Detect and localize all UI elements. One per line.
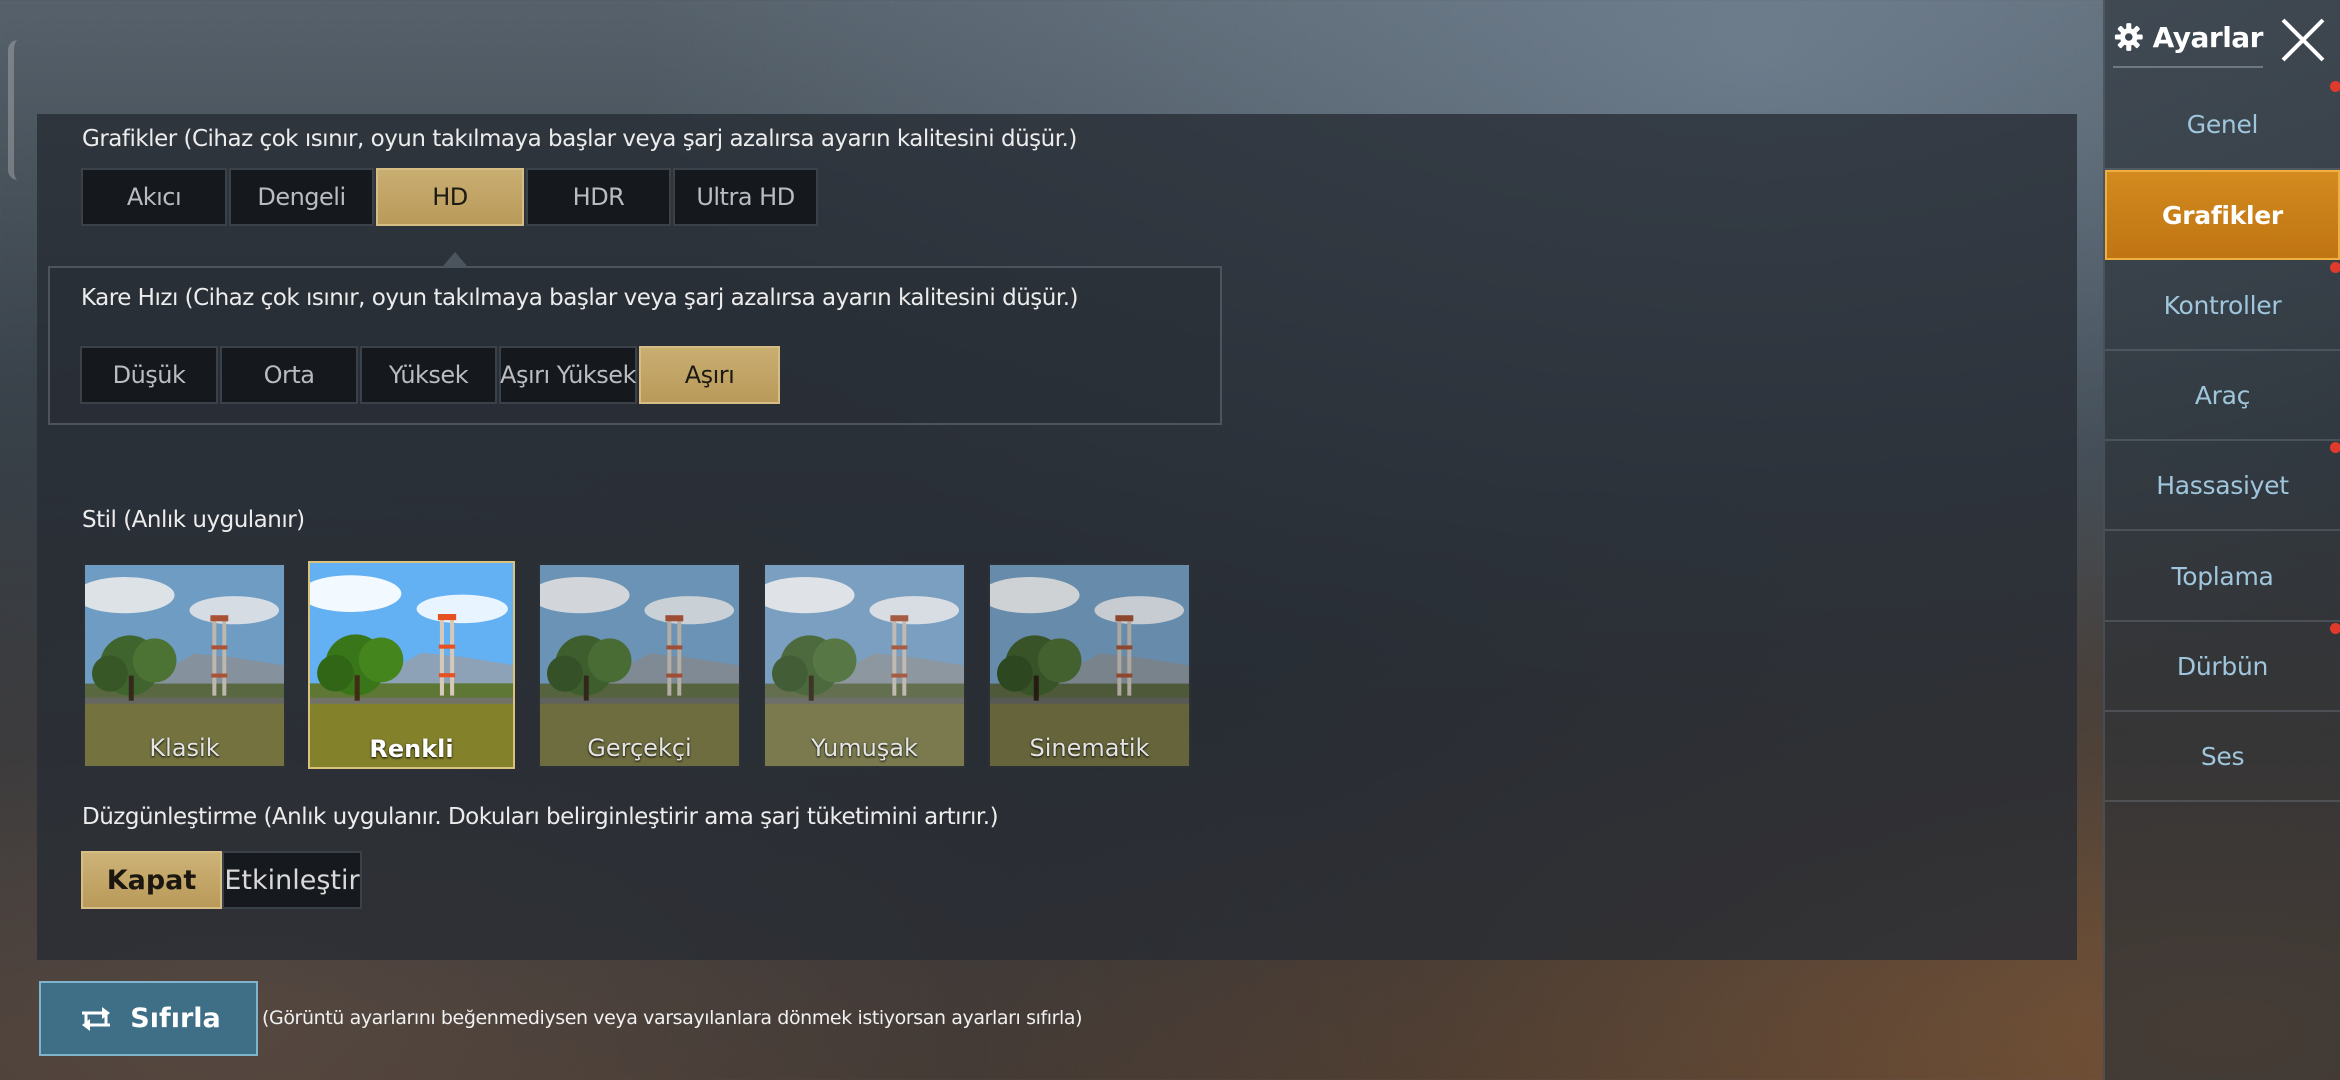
style-option-label: Klasik	[149, 734, 220, 762]
graphics-quality-selector: Akıcı Dengeli HD HDR Ultra HD	[81, 168, 820, 226]
style-option-label: Sinematik	[1029, 734, 1150, 762]
notification-dot	[2330, 262, 2340, 273]
frame-rate-selector: Düşük Orta Yüksek Aşırı Yüksek Aşırı	[80, 346, 782, 404]
notification-dot	[2330, 81, 2340, 92]
graphics-option-hdr[interactable]: HDR	[526, 168, 671, 226]
settings-header: Ayarlar	[2113, 8, 2264, 68]
reset-hint: (Görüntü ayarlarını beğenmediysen veya v…	[262, 1007, 1083, 1029]
frame-rate-option-asiri-yuksek[interactable]: Aşırı Yüksek	[499, 346, 637, 404]
sidebar-item-durbun[interactable]: Dürbün	[2105, 622, 2340, 712]
style-option-gercekci[interactable]: Gerçekçi	[538, 563, 741, 768]
selection-pointer	[443, 252, 467, 266]
notification-dot	[2330, 442, 2340, 453]
smoothing-off-button[interactable]: Kapat	[81, 851, 222, 909]
reset-button[interactable]: Sıfırla	[39, 981, 258, 1056]
graphics-option-hd[interactable]: HD	[376, 168, 524, 226]
settings-title: Ayarlar	[2152, 20, 2264, 54]
style-label: Stil (Anlık uygulanır)	[82, 507, 305, 533]
style-option-label: Gerçekçi	[587, 734, 692, 762]
notification-dot	[2330, 623, 2340, 634]
reset-button-label: Sıfırla	[130, 1003, 221, 1034]
frame-rate-option-asiri[interactable]: Aşırı	[639, 346, 780, 404]
decorative-bracket	[8, 40, 18, 180]
close-icon[interactable]	[2277, 14, 2329, 66]
graphics-settings-panel	[37, 114, 2077, 960]
reset-icon	[82, 1006, 111, 1031]
sidebar-item-arac[interactable]: Araç	[2105, 351, 2340, 441]
style-option-renkli[interactable]: Renkli	[308, 561, 515, 769]
graphics-option-ultra-hd[interactable]: Ultra HD	[673, 168, 818, 226]
frame-rate-option-yuksek[interactable]: Yüksek	[360, 346, 497, 404]
frame-rate-option-orta[interactable]: Orta	[220, 346, 358, 404]
smoothing-toggle: Kapat Etkinleştir	[81, 851, 362, 909]
gear-icon	[2114, 23, 2143, 51]
frame-rate-label: Kare Hızı (Cihaz çok ısınır, oyun takılm…	[81, 285, 1079, 311]
smoothing-label: Düzgünleştirme (Anlık uygulanır. Dokular…	[82, 804, 999, 830]
graphics-quality-label: Grafikler (Cihaz çok ısınır, oyun takılm…	[82, 126, 1077, 152]
style-option-label: Yumuşak	[811, 734, 918, 762]
smoothing-on-button[interactable]: Etkinleştir	[222, 851, 362, 909]
sidebar-item-toplama[interactable]: Toplama	[2105, 532, 2340, 622]
style-option-klasik[interactable]: Klasik	[83, 563, 286, 768]
sidebar-item-hassasiyet[interactable]: Hassasiyet	[2105, 441, 2340, 531]
graphics-option-dengeli[interactable]: Dengeli	[229, 168, 374, 226]
graphics-option-akici[interactable]: Akıcı	[81, 168, 227, 226]
style-option-label: Renkli	[369, 735, 454, 763]
style-option-yumusak[interactable]: Yumuşak	[763, 563, 966, 768]
sidebar-item-genel[interactable]: Genel	[2105, 80, 2340, 170]
sidebar-item-ses[interactable]: Ses	[2105, 712, 2340, 802]
style-option-sinematik[interactable]: Sinematik	[988, 563, 1191, 768]
sidebar-item-kontroller[interactable]: Kontroller	[2105, 261, 2340, 351]
frame-rate-option-dusuk[interactable]: Düşük	[80, 346, 218, 404]
sidebar-item-grafikler[interactable]: Grafikler	[2105, 170, 2340, 260]
